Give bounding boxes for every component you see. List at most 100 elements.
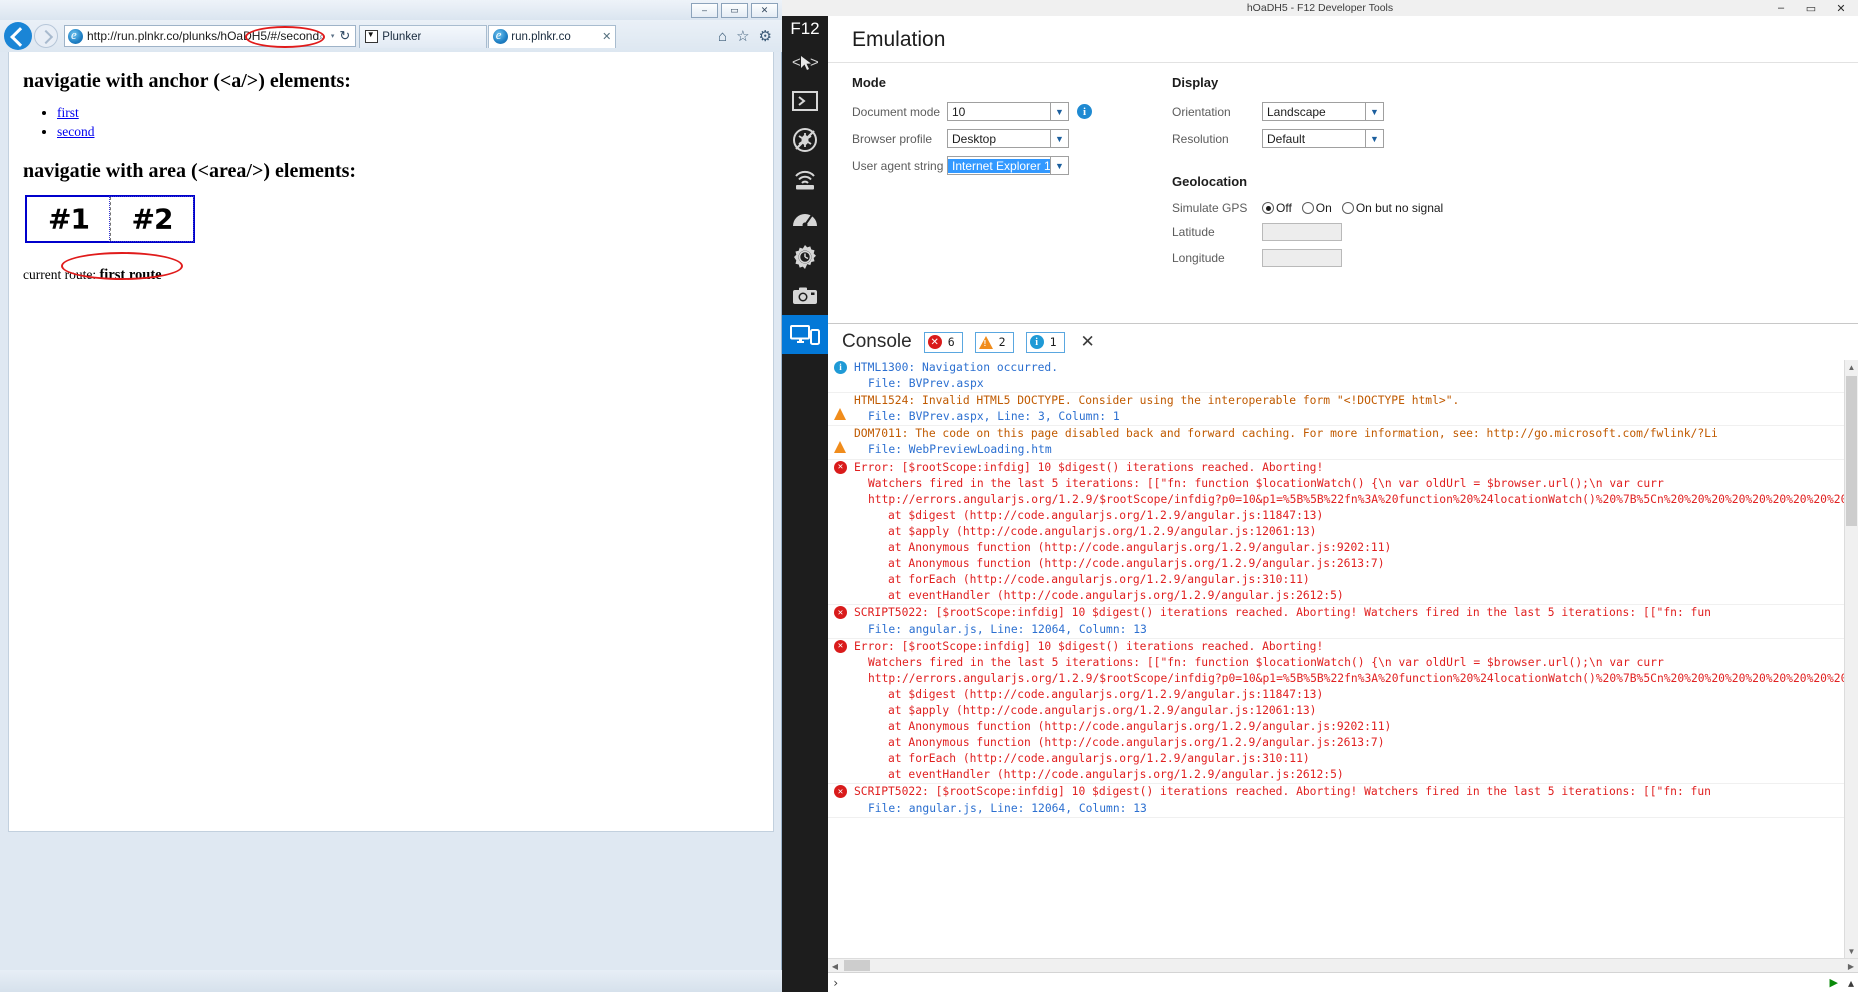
chevron-down-icon[interactable]: ▼ [1365,130,1383,147]
console-entry-stack-frame[interactable]: at $apply (http://code.angularjs.org/1.2… [854,524,1844,540]
address-bar[interactable]: http://run.plnkr.co/plunks/hOaDH5/#/seco… [64,25,357,47]
document-mode-select[interactable]: 10 ▼ [947,102,1069,121]
chevron-down-icon[interactable]: ▼ [1050,103,1068,120]
console-entry-stack-frame[interactable]: at Anonymous function (http://code.angul… [854,540,1844,556]
console-entry[interactable]: DOM7011: The code on this page disabled … [828,426,1844,460]
run-script-icon[interactable]: ▶ [1830,976,1838,989]
scroll-down-arrow-icon[interactable]: ▼ [1845,944,1858,958]
network-icon[interactable] [782,159,828,198]
console-vertical-scrollbar[interactable]: ▲ ▼ [1844,360,1858,958]
dom-explorer-icon[interactable]: < > [782,42,828,81]
browser-maximize-button[interactable]: ▭ [721,3,748,18]
console-entry-stack-frame[interactable]: at forEach (http://code.angularjs.org/1.… [854,572,1844,588]
devtools-minimize-button[interactable]: – [1766,0,1796,16]
scrollbar-thumb[interactable] [1846,376,1857,526]
chevron-down-icon[interactable]: ▼ [1050,130,1068,147]
emulation-icon[interactable] [782,315,828,354]
address-bar-icons: ⌕ ▾ ↻ [319,28,352,44]
resolution-select[interactable]: Default ▼ [1262,129,1384,148]
link-first[interactable]: first [57,105,79,120]
console-entry-stack-frame[interactable]: at forEach (http://code.angularjs.org/1.… [854,751,1844,767]
console-entry[interactable]: ✕ Error: [$rootScope:infdig] 10 $digest()… [828,639,1844,785]
console-entry[interactable]: ✕ SCRIPT5022: [$rootScope:infdig] 10 $dig… [828,784,1844,818]
search-icon[interactable]: ⌕ [319,29,326,44]
console-log-list[interactable]: i HTML1300: Navigation occurred. File: BVP… [828,360,1844,958]
warning-count-badge[interactable]: 2 [974,331,1014,353]
console-entry-stack-frame[interactable]: at eventHandler (http://code.angularjs.o… [854,588,1844,604]
console-command-bar[interactable]: › ▶ ▴ [828,972,1858,992]
longitude-input[interactable] [1262,249,1342,267]
console-entry-stack-frame[interactable]: at $digest (http://code.angularjs.org/1.… [854,687,1844,703]
console-entry-stack-frame[interactable]: at $apply (http://code.angularjs.org/1.2… [854,703,1844,719]
expand-input-icon[interactable]: ▴ [1848,976,1854,990]
scroll-up-arrow-icon[interactable]: ▲ [1845,360,1858,374]
scroll-right-arrow-icon[interactable]: ▶ [1844,959,1858,973]
gps-radio-off[interactable]: Off [1262,201,1292,215]
gps-radio-on[interactable]: On [1301,201,1332,215]
console-entry[interactable]: ✕ Error: [$rootScope:infdig] 10 $digest()… [828,460,1844,606]
info-icon[interactable]: i [1077,104,1092,119]
resolution-label: Resolution [1172,131,1229,146]
f12-label: F12 [790,19,820,38]
warning-icon [834,426,854,454]
browser-tab-runplnkrco[interactable]: run.plnkr.co ✕ [488,24,617,48]
radio-dot-icon [1262,202,1274,214]
latitude-input[interactable] [1262,223,1342,241]
handwritten-one-label: #1 [48,202,90,236]
devtools-close-button[interactable]: ✕ [1826,0,1856,16]
scrollbar-thumb[interactable] [844,960,870,971]
back-button-icon[interactable] [4,22,32,50]
image-map-area-1[interactable]: #1 [27,197,110,241]
clear-console-icon[interactable]: ✕ [1081,332,1095,352]
chevron-down-icon[interactable]: ▼ [1365,103,1383,120]
devtools-title: hOaDH5 - F12 Developer Tools [1246,2,1394,14]
console-entry-stack-frame[interactable]: at Anonymous function (http://code.angul… [854,735,1844,751]
refresh-icon[interactable]: ↻ [339,28,350,44]
tab-close-icon[interactable]: ✕ [602,30,611,43]
info-count-badge[interactable]: i 1 [1025,331,1065,353]
browser-close-button[interactable]: ✕ [751,3,778,18]
orientation-select[interactable]: Landscape ▼ [1262,102,1384,121]
user-agent-select[interactable]: Internet Explorer 10 ▼ [947,156,1069,175]
console-entry-stack-frame[interactable]: at Anonymous function (http://code.angul… [854,556,1844,572]
console-entry-file[interactable]: File: angular.js, Line: 12064, Column: 1… [854,622,1844,638]
console-entry-file[interactable]: File: BVPrev.aspx [854,376,1844,392]
error-count-badge[interactable]: ✕ 6 [923,331,963,353]
scroll-left-arrow-icon[interactable]: ◀ [828,959,842,973]
gps-radio-no-signal[interactable]: On but no signal [1341,201,1443,215]
console-entry-file[interactable]: File: WebPreviewLoading.htm [854,442,1844,458]
console-entry-stack-frame[interactable]: at $digest (http://code.angularjs.org/1.… [854,508,1844,524]
orientation-label: Orientation [1172,104,1231,119]
gear-icon[interactable]: ⚙ [759,27,772,45]
debugger-icon[interactable] [782,120,828,159]
devtools-maximize-button[interactable]: ▭ [1796,0,1826,16]
link-second[interactable]: second [57,124,95,139]
home-icon[interactable]: ⌂ [718,28,727,45]
error-icon: ✕ [834,605,854,620]
latitude-label: Latitude [1172,225,1215,239]
page-content: navigatie with anchor (<a/>) elements: f… [9,52,773,294]
forward-button-icon[interactable] [34,24,58,48]
memory-camera-icon[interactable] [782,276,828,315]
console-entry[interactable]: HTML1524: Invalid HTML5 DOCTYPE. Conside… [828,393,1844,427]
console-entry-body: HTML1300: Navigation occurred. File: BVPr… [854,360,1844,392]
chevron-down-icon[interactable]: ▼ [1050,157,1068,174]
chevron-down-icon[interactable]: ▾ [331,32,335,40]
simulate-gps-row: Simulate GPS Off On On but no signal [1172,201,1592,215]
favorites-star-icon[interactable]: ☆ [736,27,749,45]
image-map-area-2[interactable]: #2 [109,196,194,242]
console-horizontal-scrollbar[interactable]: ◀ ▶ [828,958,1858,972]
console-entry[interactable]: i HTML1300: Navigation occurred. File: BVP… [828,360,1844,394]
browser-tab-plunker[interactable]: Plunker [359,24,488,48]
browser-profile-select[interactable]: Desktop ▼ [947,129,1069,148]
console-entry-stack-frame[interactable]: at eventHandler (http://code.angularjs.o… [854,767,1844,783]
browser-minimize-button[interactable]: – [691,3,718,18]
console-entry[interactable]: ✕ SCRIPT5022: [$rootScope:infdig] 10 $dig… [828,605,1844,639]
console-entry-file[interactable]: File: BVPrev.aspx, Line: 3, Column: 1 [854,409,1844,425]
console-icon[interactable] [782,81,828,120]
console-entry-stack-frame[interactable]: at Anonymous function (http://code.angul… [854,719,1844,735]
ui-responsiveness-icon[interactable] [782,237,828,276]
console-entry-body: HTML1524: Invalid HTML5 DOCTYPE. Conside… [854,393,1844,425]
performance-icon[interactable] [782,198,828,237]
console-entry-file[interactable]: File: angular.js, Line: 12064, Column: 1… [854,801,1844,817]
